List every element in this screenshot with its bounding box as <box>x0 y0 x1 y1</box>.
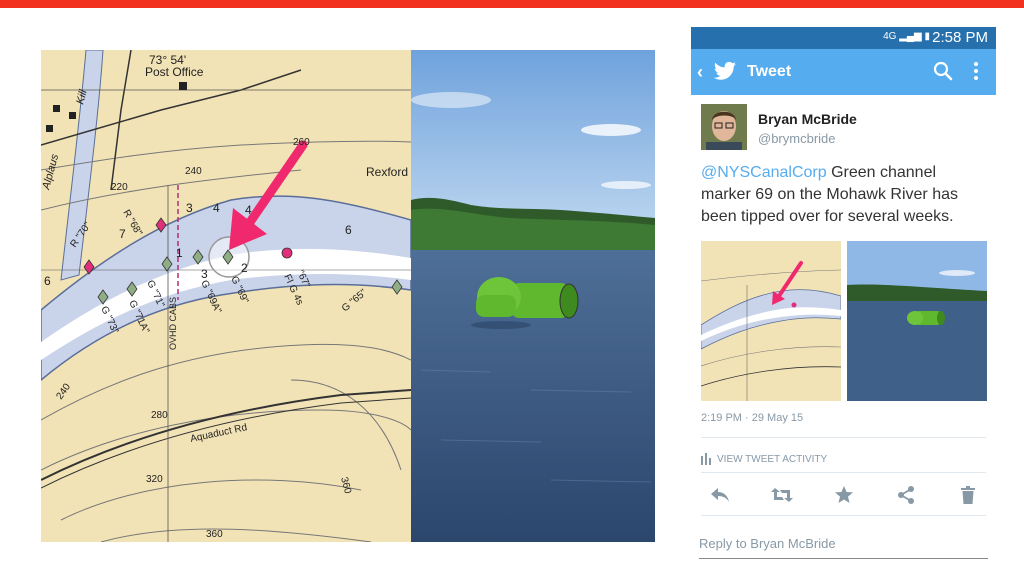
signal-icon: ▂▄▆ <box>899 31 922 42</box>
depth-label: 280 <box>151 410 168 421</box>
share-icon[interactable] <box>893 483 919 507</box>
tweet-timestamp: 2:19 PM · 29 May 15 <box>701 412 804 424</box>
river-buoy-photo <box>411 50 655 542</box>
sounding-label: 7 <box>119 227 126 241</box>
divider <box>701 472 986 473</box>
depth-label: 220 <box>111 182 128 193</box>
top-accent-bar <box>0 0 1024 8</box>
delete-icon[interactable] <box>955 483 981 507</box>
twitter-bird-icon <box>713 61 737 86</box>
sounding-label: 2 <box>241 261 248 275</box>
depth-label: 320 <box>146 474 163 485</box>
status-time: 2:58 PM <box>932 29 988 46</box>
tweet-actions <box>701 483 986 507</box>
sounding-label: 4 <box>245 203 252 217</box>
depth-label: 260 <box>293 137 310 148</box>
author-name[interactable]: Bryan McBride <box>758 111 857 127</box>
sounding-label: 3 <box>186 201 193 215</box>
divider <box>701 437 986 438</box>
depth-label: 360 <box>206 529 223 540</box>
tweet-text: @NYSCanalCorp Green channel marker 69 on… <box>701 162 986 228</box>
app-bar: ‹ Tweet <box>691 49 996 95</box>
view-tweet-activity-label: VIEW TWEET ACTIVITY <box>717 454 828 466</box>
sounding-label: 1 <box>176 246 183 260</box>
depth-label: 240 <box>185 166 202 177</box>
sounding-label: 6 <box>345 223 352 237</box>
favorite-icon[interactable] <box>831 483 857 507</box>
reply-input[interactable]: Reply to Bryan McBride <box>699 536 988 559</box>
sounding-label: 6 <box>44 274 51 288</box>
network-type: 4G <box>883 31 897 42</box>
overflow-menu-icon[interactable] <box>973 61 979 86</box>
status-icons: 4G ▂▄▆ ▮ <box>883 31 930 42</box>
bar-chart-icon <box>701 451 713 468</box>
chart-place-label: Rexford <box>366 165 408 179</box>
status-bar: 4G ▂▄▆ ▮ 2:58 PM <box>691 27 996 49</box>
reply-icon[interactable] <box>707 483 733 507</box>
view-tweet-activity[interactable]: VIEW TWEET ACTIVITY <box>701 451 827 468</box>
nautical-chart: 73° 54' Post Office Rexford Alplaus Kill… <box>41 50 411 542</box>
chart-cables-label: OVHD CABS <box>168 297 178 350</box>
author-handle[interactable]: @brymcbride <box>758 131 836 146</box>
chart-post-office-label: Post Office <box>145 65 204 79</box>
chart-thumbnail[interactable] <box>701 241 841 401</box>
sounding-label: 4 <box>213 201 220 215</box>
tweet-screenshot: 4G ▂▄▆ ▮ 2:58 PM ‹ Tweet Bryan McBride @… <box>691 27 996 576</box>
mention-link[interactable]: @NYSCanalCorp <box>701 164 827 181</box>
search-icon[interactable] <box>933 61 953 86</box>
divider <box>701 515 986 516</box>
battery-icon: ▮ <box>924 31 930 42</box>
avatar[interactable] <box>701 104 747 150</box>
app-title: Tweet <box>747 63 792 80</box>
photo-thumbnail[interactable] <box>847 241 987 401</box>
back-icon[interactable]: ‹ <box>697 62 703 83</box>
retweet-icon[interactable] <box>769 483 795 507</box>
